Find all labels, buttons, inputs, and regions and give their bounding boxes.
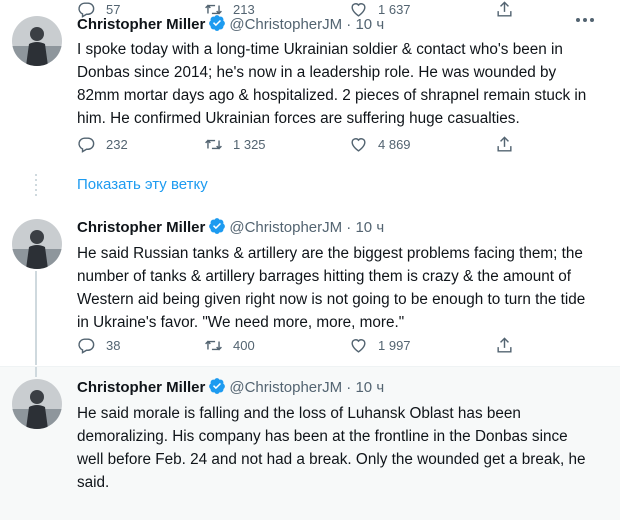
retweet-icon [205,4,222,15]
heart-icon [351,138,366,152]
reply-button[interactable]: 232 [77,135,128,154]
reply-button[interactable]: 57 [77,0,120,19]
verified-badge-icon [209,218,226,234]
like-button[interactable]: 1 997 [349,336,411,355]
timestamp[interactable]: 10 ч [355,379,384,396]
share-icon [497,136,512,152]
tweet-header: Christopher Miller @ChristopherJM · 10 ч [77,377,384,398]
share-icon [497,337,512,353]
tweet-actions: 57 213 1 637 [77,0,517,20]
retweet-button[interactable]: 213 [204,0,255,19]
share-button[interactable] [495,0,514,19]
reply-icon [78,137,95,153]
share-button[interactable] [495,336,514,355]
avatar[interactable] [12,379,62,429]
thread-connector [35,174,37,198]
more-options-icon[interactable] [574,16,596,24]
like-count: 1 997 [378,338,411,353]
tweet-header: Christopher Miller @ChristopherJM · 10 ч [77,217,384,238]
tweet-text: I spoke today with a long-time Ukrainian… [77,41,587,127]
tweet-text: He said Russian tanks & artillery are th… [77,245,586,331]
avatar[interactable] [12,219,62,269]
like-button[interactable]: 1 637 [349,0,411,19]
reply-icon [78,338,95,354]
reply-button[interactable]: 38 [77,336,120,355]
author-name[interactable]: Christopher Miller [77,379,205,396]
author-handle[interactable]: @ChristopherJM [229,379,342,396]
retweet-button[interactable]: 400 [204,336,255,355]
reply-count: 232 [106,137,128,152]
timestamp[interactable]: 10 ч [355,219,384,236]
heart-icon [351,339,366,353]
tweet-actions: 38 400 1 997 [77,336,517,356]
share-icon [497,1,512,17]
avatar-image [12,16,62,66]
author-name[interactable]: Christopher Miller [77,219,205,236]
separator-dot: · [346,219,352,236]
tweet-1[interactable]: Christopher Miller @ChristopherJM · 10 ч … [0,0,620,166]
tweet-text: He said morale is falling and the loss o… [77,405,586,491]
reply-icon [78,2,95,18]
reply-count: 57 [106,2,121,17]
retweet-count: 213 [233,2,255,17]
avatar-image [12,219,62,269]
tweet-2[interactable]: Christopher Miller @ChristopherJM · 10 ч … [0,205,620,365]
avatar[interactable] [12,16,62,66]
tweet-actions: 232 1 325 4 869 [77,135,517,155]
thread-line [35,367,37,377]
retweet-count: 400 [233,338,255,353]
tweet-3[interactable]: Christopher Miller @ChristopherJM · 10 ч … [0,366,620,520]
thread-line [35,271,37,365]
like-count: 4 869 [378,137,411,152]
retweet-icon [205,139,222,150]
retweet-count: 1 325 [233,137,266,152]
retweet-icon [205,340,222,351]
share-button[interactable] [495,135,514,154]
reply-count: 38 [106,338,121,353]
author-handle[interactable]: @ChristopherJM [229,219,342,236]
show-thread-link[interactable]: Показать эту ветку [77,176,208,193]
avatar-image [12,379,62,429]
verified-badge-icon [209,378,226,394]
separator-dot: · [346,379,352,396]
retweet-button[interactable]: 1 325 [204,135,266,154]
like-button[interactable]: 4 869 [349,135,411,154]
like-count: 1 637 [378,2,411,17]
heart-icon [351,3,366,17]
